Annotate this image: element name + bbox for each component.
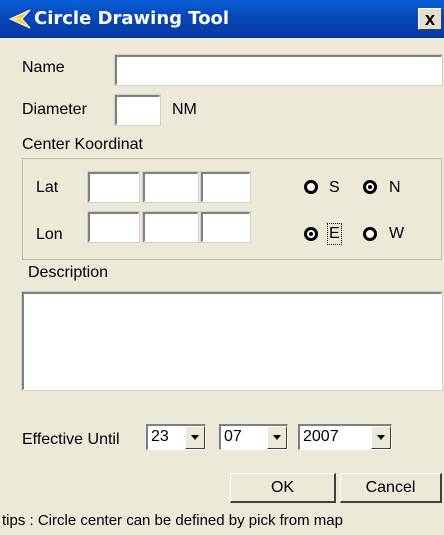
lon-west-radio[interactable] xyxy=(363,227,377,241)
lon-seconds-field[interactable] xyxy=(200,211,251,243)
effective-year-select[interactable]: 2007 xyxy=(298,424,392,450)
title-bar: Circle Drawing Tool x xyxy=(0,0,444,38)
lon-label: Lon xyxy=(36,226,63,243)
lon-minutes-field[interactable] xyxy=(142,211,199,243)
lat-degrees-field[interactable] xyxy=(87,171,140,203)
chevron-down-icon[interactable] xyxy=(267,426,287,449)
effective-month-select[interactable]: 07 xyxy=(219,424,288,450)
lat-seconds-field[interactable] xyxy=(200,171,251,203)
lat-north-radio[interactable] xyxy=(363,180,377,194)
lat-north-label: N xyxy=(389,179,401,196)
diameter-field[interactable] xyxy=(114,94,161,126)
effective-day-select[interactable]: 23 xyxy=(146,424,206,450)
description-field[interactable] xyxy=(21,291,443,391)
effective-year-value: 2007 xyxy=(303,428,339,445)
close-button[interactable]: x xyxy=(418,8,442,30)
effective-until-label: Effective Until xyxy=(22,431,120,448)
name-field[interactable] xyxy=(114,54,443,86)
lat-south-radio[interactable] xyxy=(304,180,318,194)
diameter-label: Diameter xyxy=(22,101,87,118)
center-koordinat-label: Center Koordinat xyxy=(22,136,143,153)
description-label: Description xyxy=(28,264,109,281)
effective-month-value: 07 xyxy=(224,428,242,445)
ok-button[interactable]: OK xyxy=(230,473,336,503)
lat-label: Lat xyxy=(36,179,59,196)
effective-day-value: 23 xyxy=(151,428,169,445)
lon-west-label: W xyxy=(389,225,405,242)
lon-east-label: E xyxy=(327,223,342,245)
lon-east-radio[interactable] xyxy=(304,227,318,241)
name-label: Name xyxy=(22,59,65,76)
diameter-unit: NM xyxy=(172,101,197,118)
lon-degrees-field[interactable] xyxy=(87,211,140,243)
chevron-down-icon[interactable] xyxy=(185,426,205,449)
lat-minutes-field[interactable] xyxy=(142,171,199,203)
plane-icon xyxy=(8,9,31,29)
tips-text: tips : Circle center can be defined by p… xyxy=(2,512,343,529)
window-title: Circle Drawing Tool xyxy=(34,8,230,29)
chevron-down-icon[interactable] xyxy=(371,426,391,449)
close-icon: x xyxy=(424,9,435,29)
lat-south-label: S xyxy=(329,179,340,196)
cancel-button[interactable]: Cancel xyxy=(340,473,442,503)
